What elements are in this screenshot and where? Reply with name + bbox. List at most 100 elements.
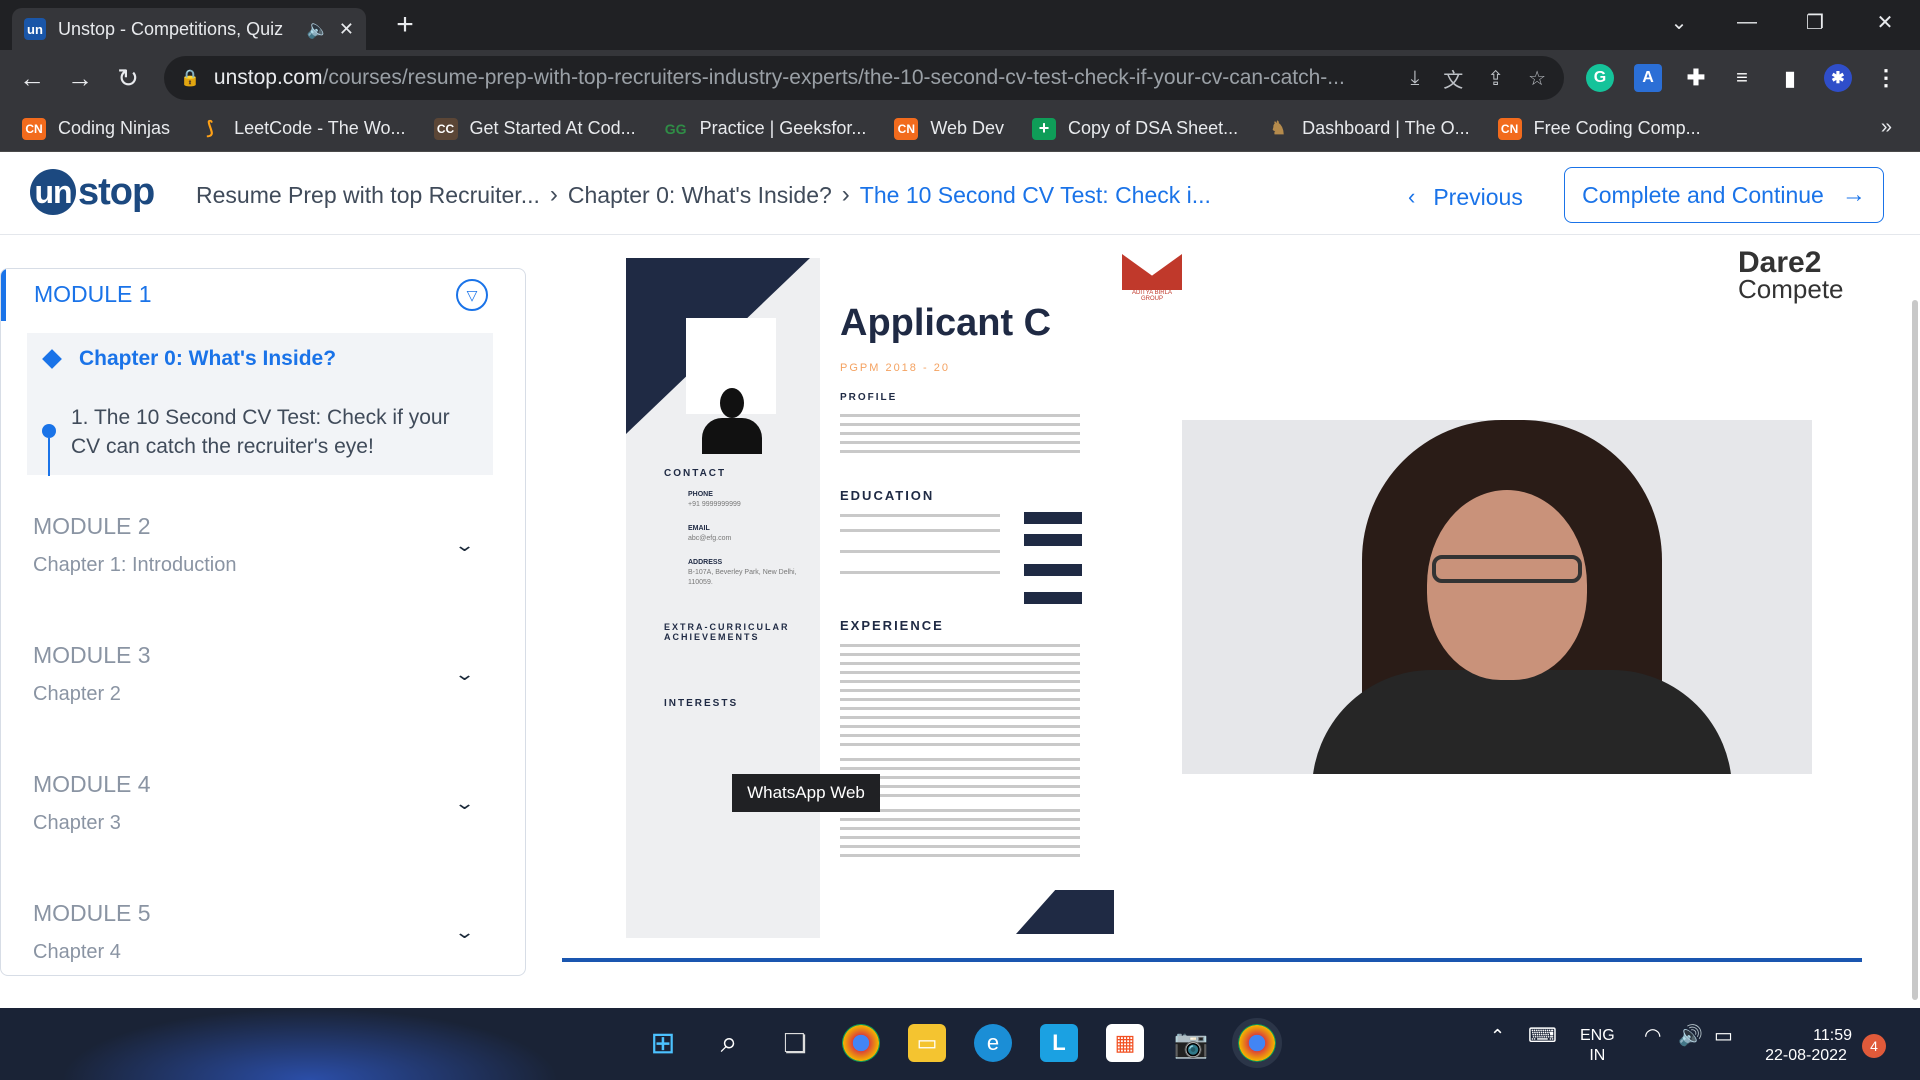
bookmark-item[interactable]: CN Free Coding Comp... — [1497, 117, 1701, 140]
module-item[interactable]: MODULE 4 Chapter 3 ⌄ — [33, 771, 503, 835]
video-progress-bar[interactable] — [562, 958, 1862, 962]
chevron-down-icon[interactable]: ⌄ — [454, 922, 475, 943]
show-hidden-icons-icon[interactable]: ⌃ — [1490, 1026, 1505, 1046]
keyboard-icon[interactable]: ⌨ — [1528, 1026, 1557, 1046]
module-1-header[interactable]: MODULE 1 ▽ — [1, 269, 525, 321]
chevron-left-icon: ‹ — [1408, 184, 1416, 209]
browser-tab[interactable]: un Unstop - Competitions, Quiz 🔈 ✕ — [12, 8, 366, 50]
search-icon[interactable]: ⌕ — [710, 1024, 748, 1062]
file-explorer-icon[interactable]: ▭ — [908, 1024, 946, 1062]
unstop-favicon-icon: un — [24, 18, 46, 40]
dare2compete-logo: Dare2 Compete — [1738, 246, 1844, 304]
new-tab-button[interactable]: + — [388, 8, 422, 42]
l-app-icon[interactable]: L — [1040, 1024, 1078, 1062]
resume-slide: CONTACT PHONE +91 9999999999 EMAIL abc@e… — [626, 258, 1116, 938]
notification-badge[interactable]: 4 — [1862, 1034, 1886, 1058]
module-title: MODULE 4 — [33, 771, 151, 797]
more-bookmarks-icon[interactable]: » — [1881, 116, 1892, 139]
complete-and-continue-button[interactable]: Complete and Continue → — [1564, 167, 1884, 223]
odin-project-icon: ♞ — [1270, 118, 1287, 138]
geeksforgeeks-icon: GG — [664, 120, 687, 137]
chrome-menu-icon[interactable]: ⋮ — [1872, 64, 1900, 92]
module-item[interactable]: MODULE 2 Chapter 1: Introduction ⌄ — [33, 513, 503, 577]
forward-button[interactable]: → — [62, 60, 98, 96]
translate-icon[interactable]: 文 — [1443, 64, 1463, 93]
bookmark-item[interactable]: CN Web Dev — [894, 117, 1004, 140]
module-chapter: Chapter 1: Introduction — [33, 554, 237, 576]
resume-profile-text — [840, 414, 1080, 459]
reload-button[interactable]: ↻ — [110, 60, 146, 96]
bookmark-item[interactable]: GG Practice | Geeksfor... — [664, 118, 867, 140]
arrow-right-icon: → — [1841, 181, 1866, 208]
tab-search-icon[interactable]: ⌄ — [1644, 0, 1714, 44]
volume-icon[interactable]: 🔊 — [1678, 1026, 1703, 1046]
chrome-profile-icon[interactable] — [1232, 1018, 1282, 1068]
bookmark-item[interactable]: CN Coding Ninjas — [22, 117, 170, 140]
chevron-right-icon: › — [841, 181, 850, 208]
bookmark-item[interactable]: ⟆ LeetCode - The Wo... — [198, 118, 406, 140]
close-window-button[interactable]: ✕ — [1850, 0, 1920, 44]
edge-icon[interactable]: e — [974, 1024, 1012, 1062]
side-panel-icon[interactable]: ▮ — [1776, 64, 1804, 92]
microsoft-store-icon[interactable]: ▦ — [1106, 1024, 1144, 1062]
install-app-icon[interactable]: ⤓ — [1410, 67, 1419, 90]
speaker-icon[interactable]: 🔈 — [306, 19, 328, 40]
bookmark-star-icon[interactable]: ☆ — [1528, 66, 1546, 91]
browser-tab-bar: un Unstop - Competitions, Quiz 🔈 ✕ + ⌄ —… — [0, 0, 1920, 50]
page-scrollbar[interactable] — [1912, 300, 1918, 1000]
coding-ninjas-icon: CN — [22, 117, 46, 140]
chevron-right-icon: › — [549, 181, 558, 208]
module-chapter: Chapter 2 — [33, 683, 121, 705]
bookmark-item[interactable]: ♞ Dashboard | The O... — [1266, 118, 1470, 140]
bookmarks-bar: CN Coding Ninjas ⟆ LeetCode - The Wo... CC… — [0, 106, 1920, 152]
unstop-logo[interactable]: un stop — [30, 169, 155, 215]
module-chapter: Chapter 3 — [33, 812, 121, 834]
wifi-icon[interactable]: ◠ — [1644, 1026, 1661, 1046]
back-button[interactable]: ← — [14, 60, 50, 96]
extensions-puzzle-icon[interactable]: ✚ — [1682, 64, 1710, 92]
module-item[interactable]: MODULE 5 Chapter 4 ⌄ — [33, 900, 503, 964]
bookmark-item[interactable]: CC Get Started At Cod... — [433, 117, 636, 140]
grammarly-extension-icon[interactable]: G — [1586, 64, 1614, 92]
resume-profile-heading: PROFILE — [840, 392, 898, 403]
camera-icon[interactable]: 📷 — [1172, 1024, 1210, 1062]
clock[interactable]: 11:59 22-08-2022 — [1760, 1026, 1852, 1066]
codechef-icon: CC — [433, 117, 458, 140]
breadcrumb-chapter[interactable]: Chapter 0: What's Inside? — [568, 182, 832, 209]
collapse-chevron-icon[interactable]: ▽ — [456, 279, 488, 311]
close-tab-icon[interactable]: ✕ — [339, 19, 354, 40]
minimize-button[interactable]: — — [1712, 0, 1782, 44]
chevron-down-icon[interactable]: ⌄ — [454, 664, 475, 685]
progress-line — [48, 438, 50, 476]
media-control-icon[interactable]: ≡ — [1728, 64, 1756, 92]
bookmark-item[interactable]: + Copy of DSA Sheet... — [1032, 117, 1238, 140]
course-header: un stop Resume Prep with top Recruiter...… — [0, 153, 1920, 235]
chevron-down-icon[interactable]: ⌄ — [454, 535, 475, 556]
windows-taskbar: ⊞ ⌕ ❏ ▭ e L ▦ 📷 ⌃ ⌨ ENG IN ◠ 🔊 ▭ 11:59 2… — [0, 1008, 1920, 1080]
restore-button[interactable]: ❐ — [1780, 0, 1850, 44]
tab-title: Unstop - Competitions, Quiz — [58, 18, 284, 39]
battery-icon[interactable]: ▭ — [1714, 1026, 1733, 1046]
module-title: MODULE 3 — [33, 642, 151, 668]
previous-button[interactable]: ‹ Previous — [1408, 177, 1523, 217]
language-indicator[interactable]: ENG IN — [1580, 1026, 1615, 1066]
module-title: MODULE 2 — [33, 513, 151, 539]
url-bar[interactable]: 🔒 unstop.com/courses/resume-prep-with-to… — [164, 56, 1564, 100]
coding-ninjas-icon: CN — [1497, 117, 1522, 140]
url-text[interactable]: unstop.com/courses/resume-prep-with-top-… — [214, 66, 1404, 90]
resume-education-text — [840, 514, 1000, 580]
video-player[interactable]: CONTACT PHONE +91 9999999999 EMAIL abc@e… — [562, 248, 1862, 964]
windows-start-icon[interactable]: ⊞ — [644, 1024, 682, 1062]
share-icon[interactable]: ⇪ — [1487, 66, 1504, 91]
chevron-down-icon[interactable]: ⌄ — [454, 793, 475, 814]
profile-avatar-icon[interactable]: ✱ — [1824, 64, 1852, 92]
applicant-name: Applicant C — [840, 302, 1052, 344]
module-item[interactable]: MODULE 3 Chapter 2 ⌄ — [33, 642, 503, 706]
chrome-icon[interactable] — [842, 1024, 880, 1062]
breadcrumb: Resume Prep with top Recruiter... › Chap… — [196, 181, 1211, 209]
task-view-icon[interactable]: ❏ — [776, 1024, 814, 1062]
chapter-title[interactable]: Chapter 0: What's Inside? — [42, 347, 336, 371]
breadcrumb-course[interactable]: Resume Prep with top Recruiter... — [196, 182, 540, 209]
lesson-item[interactable]: 1. The 10 Second CV Test: Check if your … — [71, 403, 481, 461]
extension-a-icon[interactable]: A — [1634, 64, 1662, 92]
